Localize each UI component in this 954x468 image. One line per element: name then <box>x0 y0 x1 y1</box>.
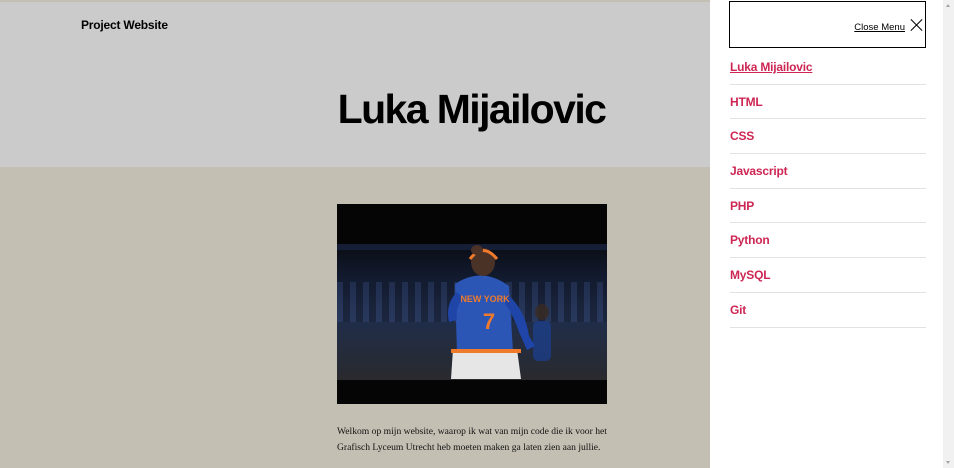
menu-link-python[interactable]: Python <box>730 233 770 247</box>
intro-paragraph: Welkom op mijn website, waarop ik wat va… <box>337 426 607 453</box>
menu-item-css: CSS <box>730 119 926 155</box>
vertical-scrollbar[interactable] <box>943 0 954 468</box>
menu-item-luka-mijailovic: Luka Mijailovic <box>730 50 926 85</box>
menu-item-php: PHP <box>730 189 926 224</box>
scroll-up-arrow-icon[interactable] <box>946 4 950 7</box>
menu-link-html[interactable]: HTML <box>730 95 763 109</box>
basketball-player-illustration: NEW YORK 7 <box>337 244 607 404</box>
menu-link-php[interactable]: PHP <box>730 199 754 213</box>
menu-link-luka-mijailovic[interactable]: Luka Mijailovic <box>730 60 813 74</box>
hero-image: NEW YORK 7 <box>337 204 607 404</box>
menu-item-git: Git <box>730 293 926 328</box>
menu-list: Luka Mijailovic HTML CSS Javascript PHP … <box>730 50 926 328</box>
jersey-text: NEW YORK <box>460 294 510 304</box>
menu-item-python: Python <box>730 223 926 259</box>
menu-item-javascript: Javascript <box>730 154 926 189</box>
site-title-link[interactable]: Project Website <box>81 18 168 32</box>
close-menu-label[interactable]: Close Menu <box>854 22 905 33</box>
jersey-number: 7 <box>483 309 495 334</box>
menu-item-mysql: MySQL <box>730 258 926 293</box>
menu-item-html: HTML <box>730 85 926 120</box>
menu-link-css[interactable]: CSS <box>730 129 754 143</box>
scroll-down-arrow-icon[interactable] <box>946 461 950 464</box>
navigation-menu-panel: Close Menu Luka Mijailovic HTML CSS Java… <box>710 0 943 468</box>
close-menu-button[interactable]: Close Menu <box>729 1 926 48</box>
menu-link-mysql[interactable]: MySQL <box>730 268 771 282</box>
close-icon[interactable] <box>911 19 923 31</box>
menu-link-git[interactable]: Git <box>730 303 746 317</box>
menu-link-javascript[interactable]: Javascript <box>730 164 788 178</box>
